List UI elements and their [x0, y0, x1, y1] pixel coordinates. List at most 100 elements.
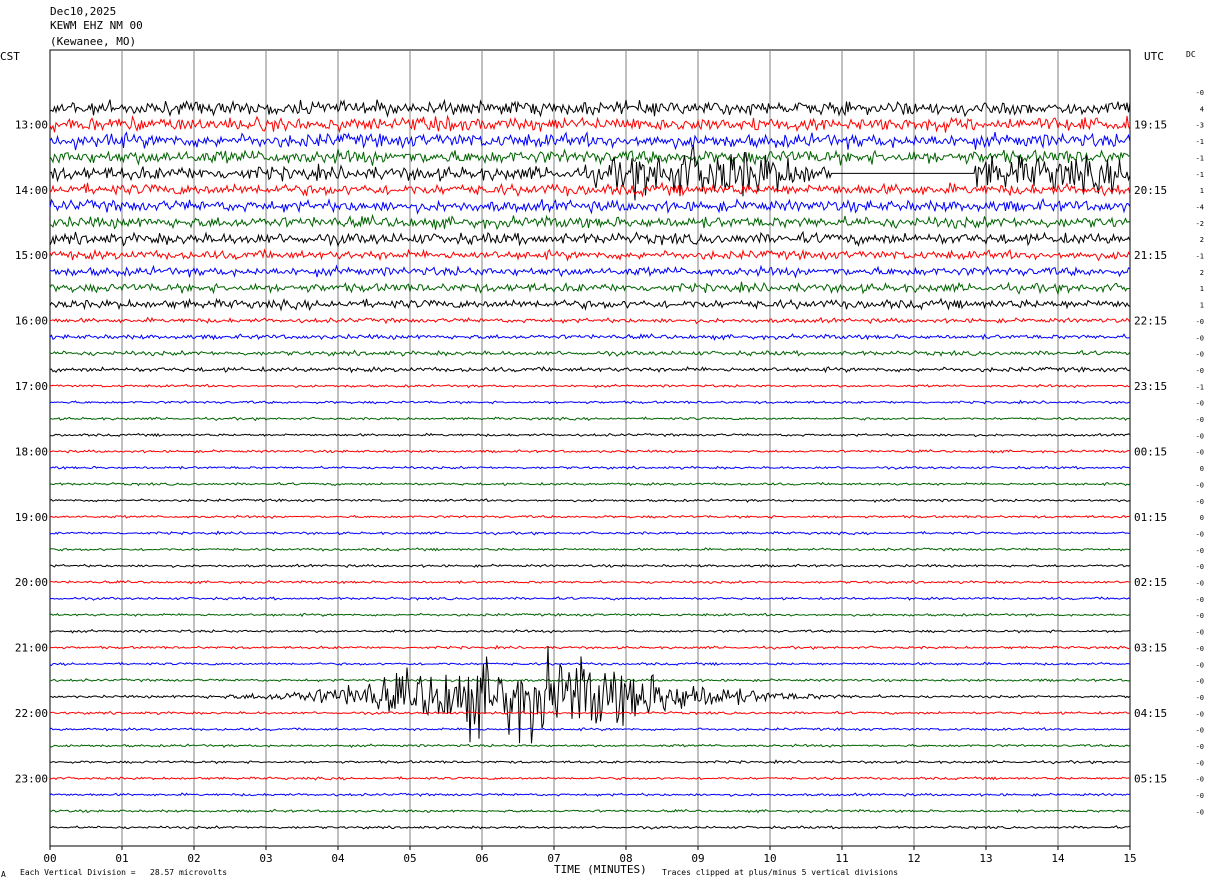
- dc-offset-label: -0: [1196, 498, 1204, 506]
- dc-offset-label: -1: [1196, 171, 1204, 179]
- left-hour-label: 22:00: [15, 707, 48, 720]
- seismic-trace: [49, 563, 1131, 569]
- x-tick-label: 05: [403, 852, 416, 865]
- dc-offset-label: -0: [1196, 792, 1204, 800]
- dc-offset-label: -0: [1196, 629, 1204, 637]
- dc-offset-label: -0: [1196, 678, 1204, 686]
- seismic-trace: [49, 727, 1131, 732]
- seismic-trace: [49, 792, 1131, 797]
- left-hour-label: 19:00: [15, 511, 48, 524]
- right-hour-label: 04:15: [1134, 707, 1167, 720]
- seismic-trace: [49, 98, 1131, 118]
- x-tick-label: 00: [43, 852, 56, 865]
- seismic-trace: [49, 316, 1131, 325]
- seismic-trace: [49, 596, 1131, 601]
- seismic-trace: [49, 644, 1131, 651]
- left-hour-label: 17:00: [15, 380, 48, 393]
- dc-offset-label: -2: [1196, 220, 1204, 228]
- dc-offset-label: 1: [1200, 285, 1204, 293]
- dc-offset-label: -0: [1196, 645, 1204, 653]
- seismic-trace: [49, 743, 1131, 749]
- dc-offset-label: -0: [1196, 759, 1204, 767]
- left-hour-label: 14:00: [15, 184, 48, 197]
- x-tick-label: 12: [907, 852, 920, 865]
- dc-offset-label: -0: [1196, 400, 1204, 408]
- x-tick-label: 09: [691, 852, 704, 865]
- dc-offset-label: -0: [1196, 596, 1204, 604]
- helicorder-plot: 00 01 02 03 04 05 06 07 08 09 10 11 12 13 14 1513:0014:…: [15, 49, 1204, 865]
- dc-offset-label: 0: [1200, 465, 1204, 473]
- seismic-trace: [49, 432, 1131, 438]
- seismic-trace: [49, 297, 1131, 312]
- seismic-trace: [49, 349, 1131, 357]
- seismic-trace: [49, 449, 1131, 454]
- dc-offset-label: -0: [1196, 808, 1204, 816]
- dc-offset-label: -0: [1196, 727, 1204, 735]
- x-tick-label: 10: [763, 852, 776, 865]
- left-hour-label: 20:00: [15, 576, 48, 589]
- dc-offset-label: -0: [1196, 432, 1204, 440]
- right-hour-label: 03:15: [1134, 642, 1167, 655]
- left-hour-label: 13:00: [15, 118, 48, 131]
- right-hour-label: 02:15: [1134, 576, 1167, 589]
- dc-offset-label: -0: [1196, 367, 1204, 375]
- dc-offset-label: 2: [1200, 236, 1204, 244]
- corner-mark: A: [1, 870, 6, 879]
- seismic-trace: [49, 114, 1131, 134]
- seismic-trace: [49, 579, 1131, 585]
- seismic-trace: [49, 775, 1131, 781]
- scale-note: Each Vertical Division = 28.57 microvolt…: [20, 868, 228, 877]
- dc-offset-label: 1: [1200, 302, 1204, 310]
- plot-frame: [49, 49, 1131, 847]
- seismic-trace: [49, 333, 1131, 342]
- x-axis-title: TIME (MINUTES): [554, 863, 647, 876]
- seismic-trace: [49, 264, 1131, 279]
- dc-offset-label: -0: [1196, 776, 1204, 784]
- seismic-trace: [49, 759, 1131, 765]
- dc-offset-label: -4: [1196, 203, 1204, 211]
- clip-note: Traces clipped at plus/minus 5 vertical …: [662, 868, 899, 877]
- dc-offset-label: 0: [1200, 514, 1204, 522]
- seismic-trace: [49, 197, 1131, 215]
- dc-offset-label: -0: [1196, 612, 1204, 620]
- seismic-trace: [49, 514, 1131, 520]
- dc-offset-label: -0: [1196, 318, 1204, 326]
- seismic-trace: [49, 481, 1131, 487]
- left-hour-label: 23:00: [15, 772, 48, 785]
- dc-offset-label: -0: [1196, 743, 1204, 751]
- x-tick-label: 14: [1051, 852, 1065, 865]
- right-hour-label: 23:15: [1134, 380, 1167, 393]
- seismic-trace: [49, 661, 1131, 667]
- x-tick-label: 03: [259, 852, 272, 865]
- left-hour-label: 16:00: [15, 315, 48, 328]
- left-hour-label: 15:00: [15, 249, 48, 262]
- right-hour-label: 01:15: [1134, 511, 1167, 524]
- x-tick-label: 01: [115, 852, 128, 865]
- seismic-trace: [49, 628, 1130, 634]
- seismic-trace: [49, 530, 1131, 536]
- x-tick-label: 04: [331, 852, 345, 865]
- dc-offset-label: -1: [1196, 154, 1204, 162]
- dc-offset-label: -0: [1196, 694, 1204, 702]
- dc-offset-label: -0: [1196, 334, 1204, 342]
- x-tick-label: 06: [475, 852, 488, 865]
- dc-offset-label: 1: [1200, 187, 1204, 195]
- seismic-trace: [49, 213, 1131, 231]
- x-tick-label: 13: [979, 852, 992, 865]
- dc-offset-label: -0: [1196, 449, 1204, 457]
- left-hour-label: 21:00: [15, 642, 48, 655]
- seismic-trace: [49, 498, 1131, 503]
- seismic-trace: [49, 825, 1131, 830]
- right-hour-label: 00:15: [1134, 445, 1167, 458]
- dc-offset-label: -0: [1196, 563, 1204, 571]
- dc-offset-label: -1: [1196, 253, 1204, 261]
- seismic-trace: [49, 148, 1131, 166]
- seismic-trace: [49, 181, 1131, 198]
- seismic-trace: [49, 612, 1131, 618]
- dc-offset-label: -1: [1196, 138, 1204, 146]
- dc-offset-label: 4: [1200, 105, 1204, 113]
- dc-offset-label: -0: [1196, 416, 1204, 424]
- right-hour-label: 19:15: [1134, 118, 1167, 131]
- dc-offset-label: -0: [1196, 351, 1204, 359]
- seismic-trace: [49, 131, 1131, 151]
